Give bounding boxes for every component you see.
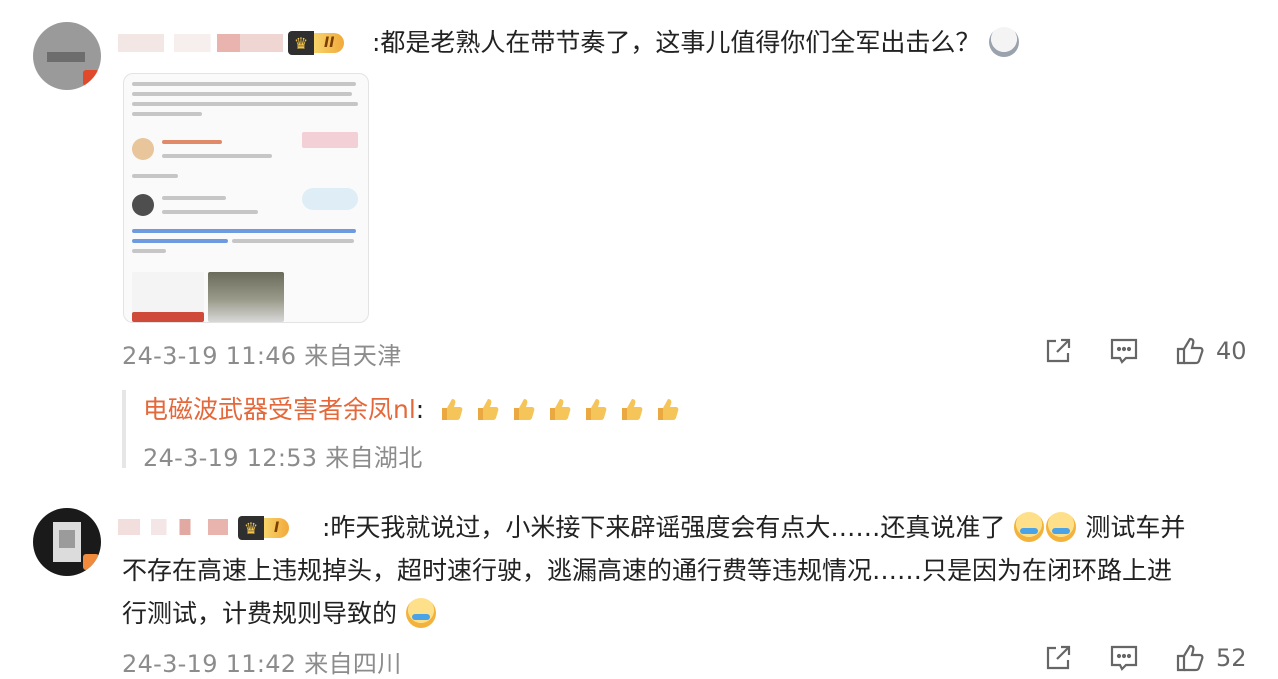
thumbs-up-icon bbox=[1176, 337, 1204, 365]
comment-icon bbox=[1110, 645, 1138, 671]
comment-actions: 40 bbox=[1042, 335, 1247, 367]
thumbs-up-emoji-icon bbox=[508, 394, 538, 424]
like-button[interactable]: 52 bbox=[1174, 642, 1247, 674]
comment-text-line1: :昨天我就说过，小米接下来辟谣强度会有点大……还真说准了 测试车并 bbox=[322, 512, 1186, 542]
avatar[interactable] bbox=[33, 22, 101, 90]
avatar[interactable] bbox=[33, 508, 101, 576]
thumbs-up-emoji-group bbox=[436, 394, 682, 424]
fan-medal[interactable]: ♛ II bbox=[288, 30, 345, 56]
reply-author[interactable]: 电磁波武器受害者余凤nl bbox=[143, 395, 416, 424]
share-icon bbox=[1046, 338, 1071, 363]
reply-separator: : bbox=[415, 395, 425, 424]
comment-text-line2: 不存在高速上违规掉头，超时速行驶，逃漏高速的通行费等违规情况……只是因为在闭环路… bbox=[122, 556, 1173, 585]
comment-meta: 24-3-19 11:46 来自天津 bbox=[122, 342, 402, 370]
share-icon bbox=[1046, 645, 1071, 670]
like-button[interactable]: 40 bbox=[1174, 335, 1247, 367]
comment-button[interactable] bbox=[1108, 642, 1140, 674]
thumbs-up-emoji-icon bbox=[472, 394, 502, 424]
thumbs-up-emoji-icon bbox=[436, 394, 466, 424]
reply-content: 电磁波武器受害者余凤nl: bbox=[143, 390, 682, 430]
thumbs-up-emoji-icon bbox=[616, 394, 646, 424]
thumbs-up-icon bbox=[1176, 644, 1204, 672]
comment-button[interactable] bbox=[1108, 335, 1140, 367]
comment-actions: 52 bbox=[1042, 642, 1247, 674]
thumbs-up-emoji-icon bbox=[580, 394, 610, 424]
medal-level: I bbox=[264, 518, 290, 538]
ghost-face-emoji-icon bbox=[989, 27, 1020, 57]
laugh-cry-emoji-icon bbox=[405, 598, 436, 628]
avatar-badge bbox=[83, 554, 99, 570]
reply-divider bbox=[122, 390, 126, 468]
fan-medal[interactable]: ♛ I bbox=[238, 515, 290, 541]
comment-meta: 24-3-19 11:42 来自四川 bbox=[122, 650, 402, 678]
share-button[interactable] bbox=[1042, 335, 1074, 367]
avatar-pixelated bbox=[47, 52, 85, 62]
thumbs-up-emoji-icon bbox=[544, 394, 574, 424]
like-count: 40 bbox=[1216, 337, 1247, 365]
medal-level: II bbox=[314, 33, 345, 53]
comment-text: :都是老熟人在带节奏了，这事儿值得你们全军出击么？ bbox=[372, 21, 1020, 65]
attached-screenshot-image[interactable] bbox=[123, 73, 369, 323]
crown-icon: ♛ bbox=[238, 516, 264, 540]
thumbs-up-emoji-icon bbox=[652, 394, 682, 424]
comment-icon bbox=[1110, 338, 1138, 364]
username-blurred[interactable] bbox=[118, 34, 283, 52]
like-count: 52 bbox=[1216, 644, 1247, 672]
share-button[interactable] bbox=[1042, 642, 1074, 674]
laugh-cry-emoji-icon bbox=[1014, 512, 1045, 542]
crown-icon: ♛ bbox=[288, 31, 314, 55]
laugh-cry-emoji-icon bbox=[1046, 512, 1077, 542]
comment-text-line3: 行测试，计费规则导致的 bbox=[122, 592, 437, 636]
avatar-badge bbox=[83, 70, 99, 86]
comment-body: :都是老熟人在带节奏了，这事儿值得你们全军出击么？ bbox=[372, 28, 981, 57]
reply-meta: 24-3-19 12:53 来自湖北 bbox=[143, 444, 423, 472]
username-blurred[interactable] bbox=[118, 519, 228, 535]
